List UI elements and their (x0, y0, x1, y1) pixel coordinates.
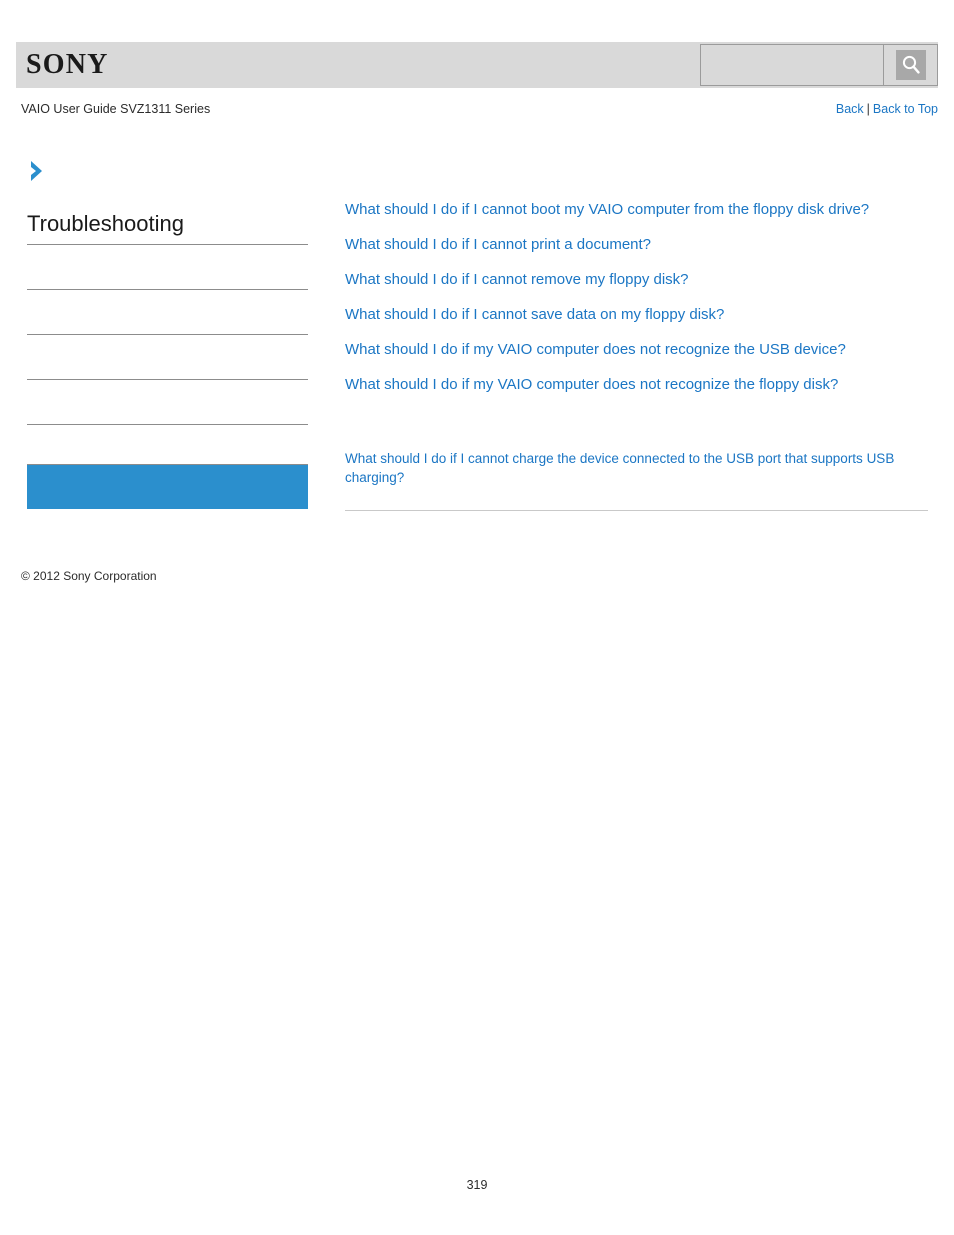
back-link[interactable]: Back (836, 102, 864, 116)
content-divider (345, 510, 928, 511)
sidebar-item[interactable] (27, 245, 308, 290)
copyright-notice: © 2012 Sony Corporation (21, 569, 157, 583)
main-content: What should I do if I cannot boot my VAI… (345, 199, 928, 511)
list-item: What should I do if I cannot save data o… (345, 304, 928, 325)
back-to-top-link[interactable]: Back to Top (873, 102, 938, 116)
list-item: What should I do if I cannot boot my VAI… (345, 199, 928, 220)
guide-title: VAIO User Guide SVZ1311 Series (21, 102, 211, 116)
list-item: What should I do if I cannot print a doc… (345, 234, 928, 255)
search-area (700, 44, 938, 86)
sidebar-item-selected[interactable] (27, 464, 308, 509)
list-item: What should I do if I cannot charge the … (345, 449, 928, 487)
search-button[interactable] (884, 44, 938, 86)
content-link[interactable]: What should I do if I cannot boot my VAI… (345, 201, 869, 218)
sidebar-item[interactable] (27, 290, 308, 335)
sony-logo: SONY (26, 49, 109, 80)
content-link[interactable]: What should I do if I cannot save data o… (345, 306, 724, 323)
page-title: Troubleshooting (27, 210, 308, 245)
site-header: SONY (16, 42, 938, 88)
chevron-right-icon (27, 158, 49, 184)
nav-separator: | (866, 102, 870, 116)
page-number: 319 (466, 1178, 488, 1192)
search-input[interactable] (700, 44, 884, 86)
list-item: What should I do if I cannot remove my f… (345, 269, 928, 290)
content-link[interactable]: What should I do if my VAIO computer doe… (345, 376, 838, 393)
usb-charging-link[interactable]: What should I do if I cannot charge the … (345, 451, 894, 485)
sidebar: Troubleshooting (27, 158, 308, 509)
header-nav-links: Back | Back to Top (836, 102, 938, 116)
sidebar-item[interactable] (27, 335, 308, 380)
search-icon (895, 50, 926, 80)
list-item: What should I do if my VAIO computer doe… (345, 374, 928, 395)
content-link[interactable]: What should I do if my VAIO computer doe… (345, 341, 846, 358)
sidebar-item[interactable] (27, 380, 308, 425)
list-item: What should I do if my VAIO computer doe… (345, 339, 928, 360)
content-link[interactable]: What should I do if I cannot print a doc… (345, 236, 651, 253)
content-link[interactable]: What should I do if I cannot remove my f… (345, 271, 689, 288)
